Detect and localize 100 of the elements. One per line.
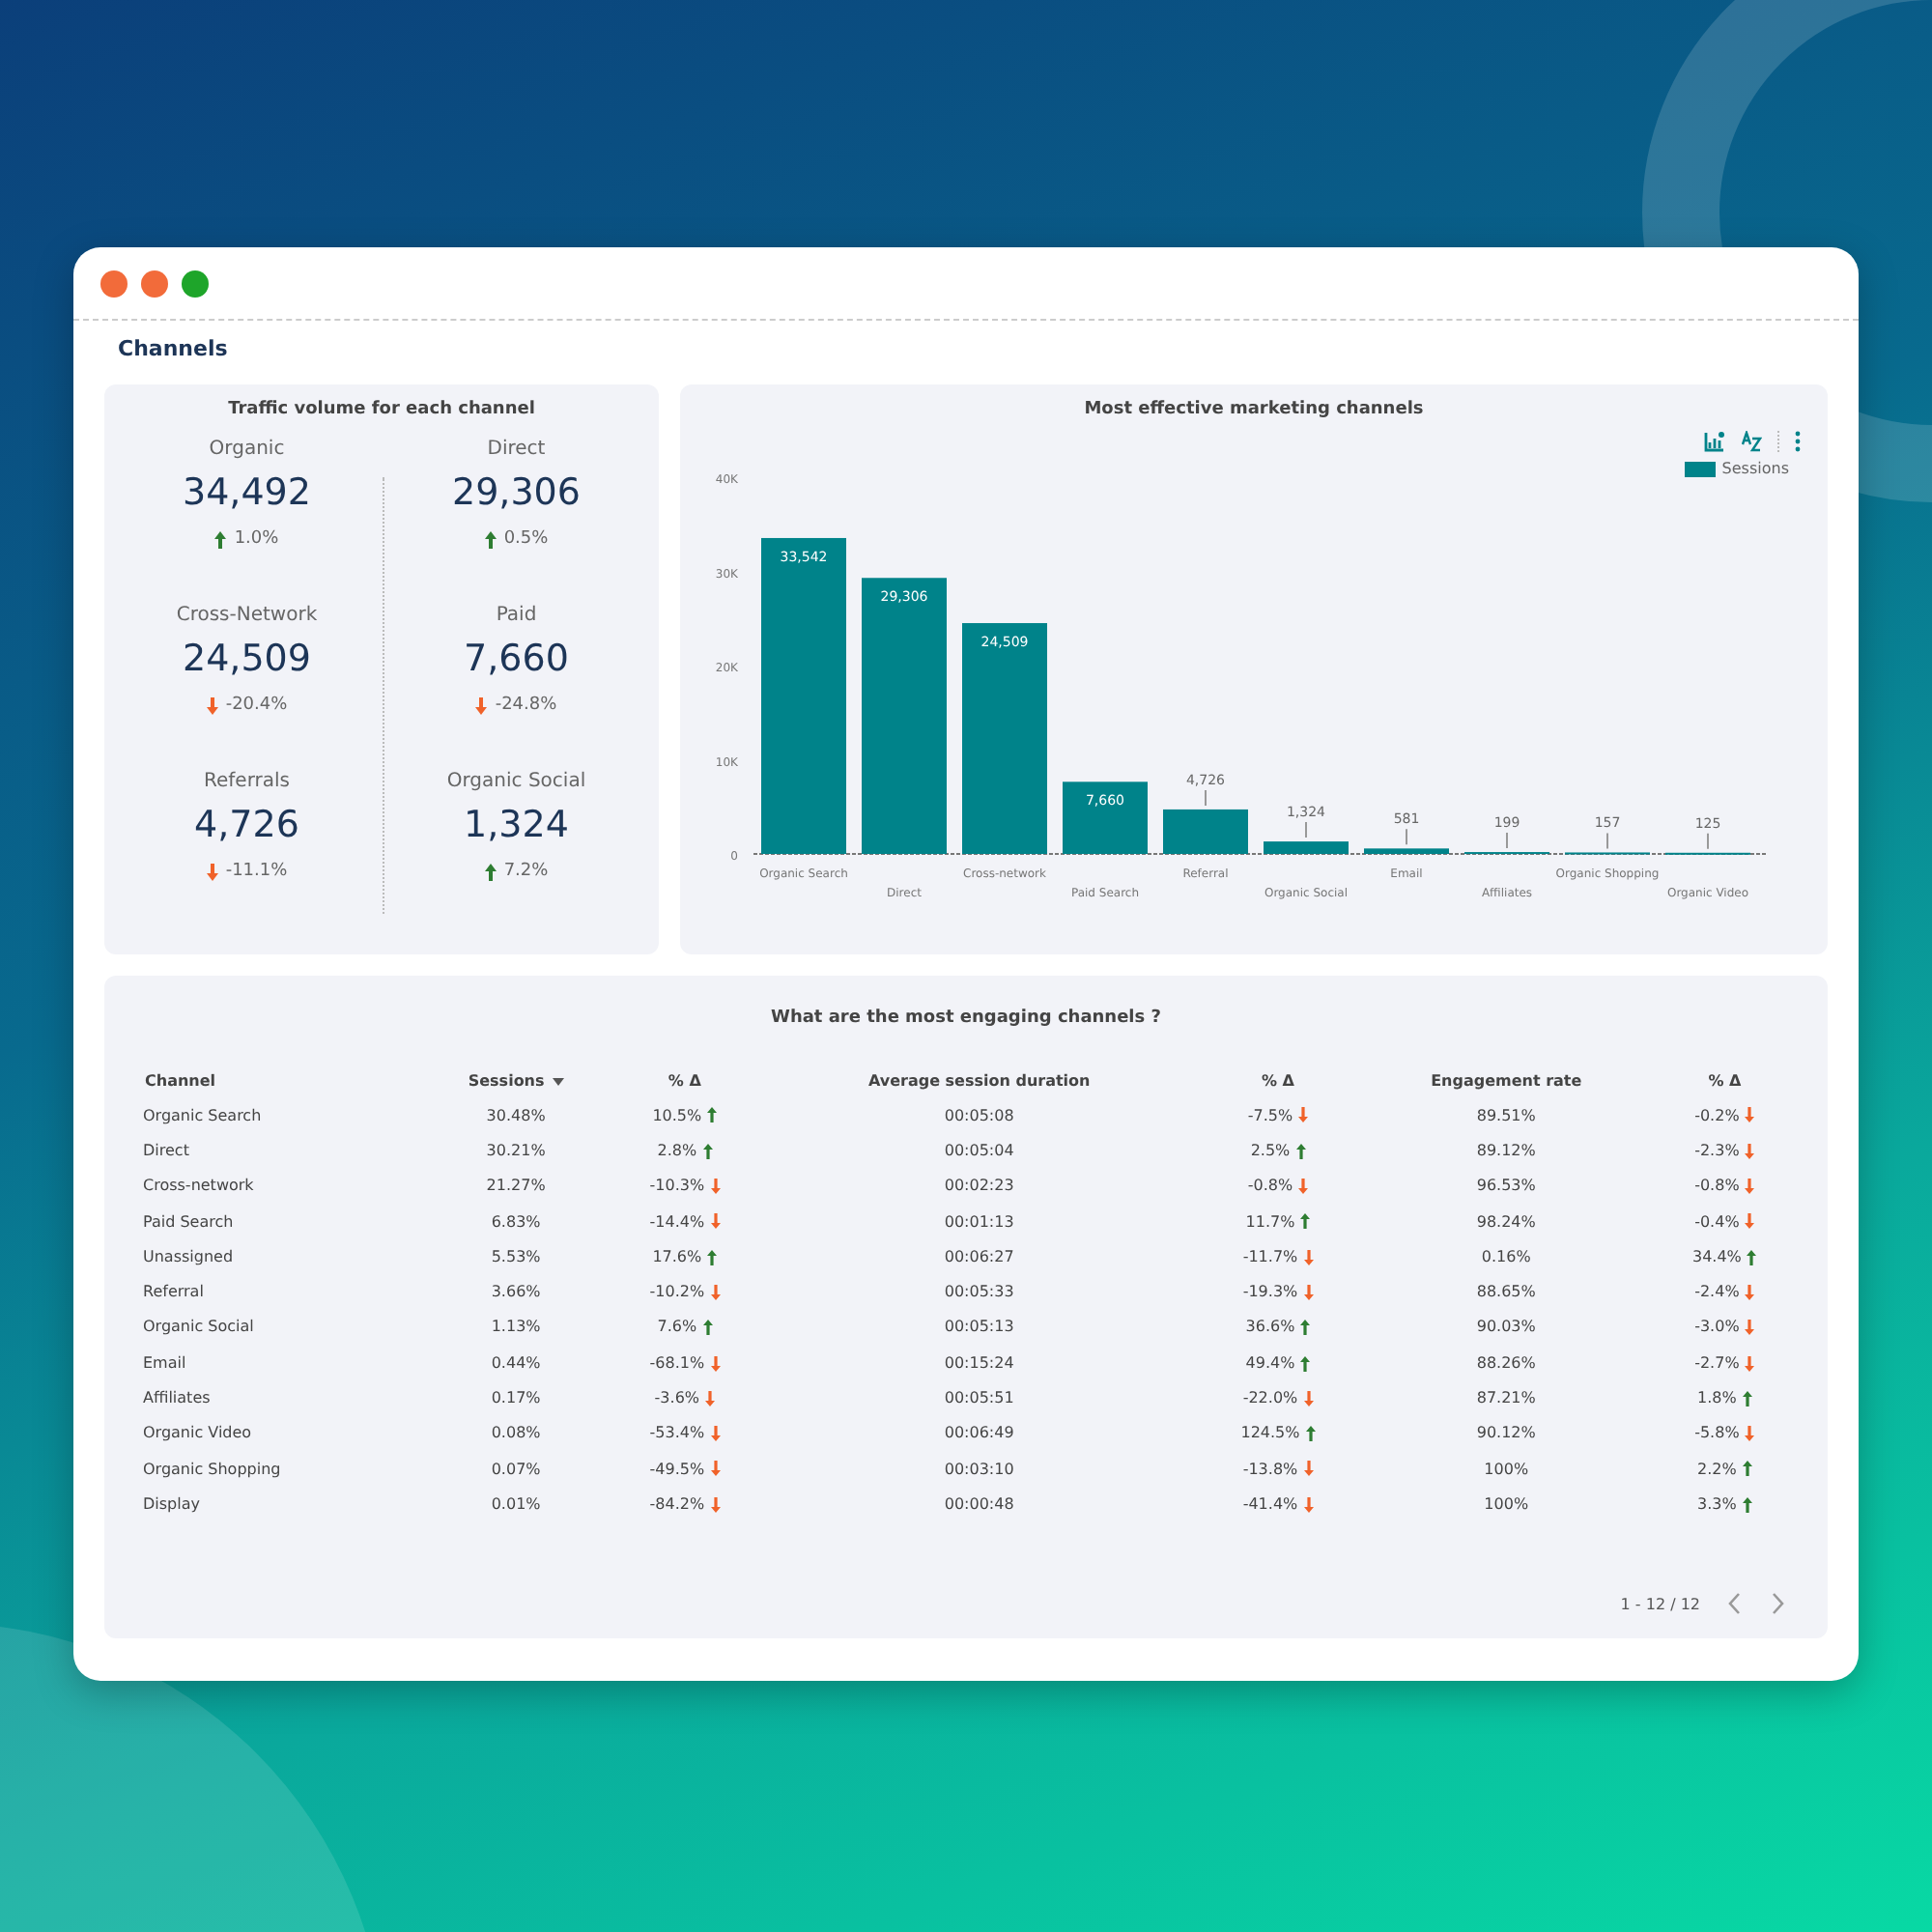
table-cell: 5.53% bbox=[491, 1247, 541, 1265]
column-header[interactable]: % Δ bbox=[1708, 1072, 1742, 1090]
pagination-label: 1 - 12 / 12 bbox=[1620, 1595, 1700, 1612]
table-cell: 0.16% bbox=[1481, 1247, 1531, 1265]
table-cell: 124.5% bbox=[1240, 1424, 1300, 1442]
minimize-icon[interactable] bbox=[141, 270, 168, 297]
table-cell: -0.8% bbox=[1247, 1177, 1293, 1195]
table-cell: 00:05:33 bbox=[944, 1283, 1014, 1301]
maximize-icon[interactable] bbox=[182, 270, 209, 297]
table-cell: -0.2% bbox=[1694, 1106, 1740, 1124]
table-title: What are the most engaging channels ? bbox=[769, 1007, 1163, 1028]
table-cell: 7.6% bbox=[657, 1318, 697, 1336]
table-cell: -2.7% bbox=[1694, 1353, 1740, 1372]
table-cell: -84.2% bbox=[649, 1494, 705, 1513]
table-cell: Direct bbox=[143, 1141, 189, 1159]
column-header[interactable]: % Δ bbox=[668, 1072, 701, 1090]
table-cell: Cross-network bbox=[143, 1177, 254, 1195]
table-cell: 10.5% bbox=[652, 1106, 702, 1124]
table-cell: 00:05:08 bbox=[944, 1106, 1014, 1124]
leader-line bbox=[1606, 832, 1608, 850]
table-cell: -7.5% bbox=[1247, 1106, 1293, 1124]
table-cell: -5.8% bbox=[1694, 1424, 1740, 1442]
table-cell: 89.12% bbox=[1476, 1141, 1536, 1159]
table-cell: 100% bbox=[1484, 1460, 1529, 1478]
stat-change: -20.4% bbox=[225, 696, 288, 715]
table-cell: 0.08% bbox=[491, 1424, 541, 1442]
stat-label: Direct bbox=[487, 439, 546, 460]
table-cell: 6.83% bbox=[491, 1212, 541, 1231]
chart-icon[interactable] bbox=[1704, 431, 1725, 452]
stat-value: 24,509 bbox=[183, 638, 311, 680]
table-cell: -14.4% bbox=[649, 1212, 705, 1231]
column-header[interactable]: Average session duration bbox=[867, 1072, 1091, 1090]
table-cell: 90.03% bbox=[1476, 1318, 1536, 1336]
stat-value: 29,306 bbox=[452, 471, 581, 514]
table-cell: 00:01:13 bbox=[944, 1212, 1014, 1231]
table-cell: -3.6% bbox=[654, 1389, 700, 1407]
table-cell: 00:05:51 bbox=[944, 1389, 1014, 1407]
table-cell: 88.26% bbox=[1476, 1353, 1536, 1372]
table-cell: 21.27% bbox=[486, 1177, 546, 1195]
table-cell: 2.5% bbox=[1250, 1141, 1291, 1159]
table-cell: Organic Video bbox=[143, 1424, 252, 1442]
table-cell: -11.7% bbox=[1242, 1247, 1298, 1265]
column-header[interactable]: Engagement rate bbox=[1431, 1072, 1582, 1090]
column-header[interactable]: % Δ bbox=[1261, 1072, 1294, 1090]
table-cell: -0.4% bbox=[1694, 1212, 1740, 1231]
table-cell: 00:02:23 bbox=[944, 1177, 1014, 1195]
stat-change: 1.0% bbox=[234, 529, 279, 549]
table-cell: 96.53% bbox=[1476, 1177, 1536, 1195]
table-cell: 0.44% bbox=[491, 1353, 541, 1372]
sort-caret-icon[interactable] bbox=[552, 1077, 564, 1085]
close-icon[interactable] bbox=[100, 270, 128, 297]
table-cell: 11.7% bbox=[1245, 1212, 1295, 1231]
table-cell: 3.66% bbox=[491, 1283, 541, 1301]
stat-value: 4,726 bbox=[194, 804, 299, 846]
table-cell: -0.8% bbox=[1694, 1177, 1740, 1195]
table-cell: -68.1% bbox=[649, 1353, 705, 1372]
table-cell: Organic Shopping bbox=[143, 1460, 281, 1478]
table-cell: 00:05:13 bbox=[944, 1318, 1014, 1336]
table-cell: Organic Social bbox=[143, 1318, 254, 1336]
previous-page-icon[interactable] bbox=[1727, 1592, 1743, 1615]
table-cell: 0.01% bbox=[491, 1494, 541, 1513]
table-cell: 00:00:48 bbox=[944, 1494, 1014, 1513]
table-cell: 90.12% bbox=[1476, 1424, 1536, 1442]
leader-line bbox=[1406, 828, 1407, 846]
table-cell: -10.2% bbox=[649, 1283, 705, 1301]
table-cell: -19.3% bbox=[1242, 1283, 1298, 1301]
column-header[interactable]: Sessions bbox=[468, 1072, 564, 1090]
table-cell: -13.8% bbox=[1242, 1460, 1298, 1478]
stat-label: Organic bbox=[209, 439, 285, 460]
table-cell: Referral bbox=[143, 1283, 204, 1301]
leader-line bbox=[1707, 832, 1709, 850]
stat-label: Paid bbox=[496, 605, 537, 626]
table-cell: Organic Search bbox=[143, 1106, 262, 1124]
table-cell: 2.8% bbox=[657, 1141, 697, 1159]
table-cell: Paid Search bbox=[143, 1212, 234, 1231]
more-icon[interactable] bbox=[1795, 431, 1801, 452]
table-cell: 1.8% bbox=[1697, 1389, 1737, 1407]
table-cell: 89.51% bbox=[1476, 1106, 1536, 1124]
stat-value: 7,660 bbox=[464, 638, 569, 680]
sort-icon[interactable] bbox=[1741, 431, 1762, 452]
leader-line bbox=[1506, 832, 1508, 850]
legend-label: Sessions bbox=[1721, 460, 1789, 477]
table-cell: 49.4% bbox=[1245, 1353, 1295, 1372]
table-cell: -2.4% bbox=[1694, 1283, 1740, 1301]
table-cell: 2.2% bbox=[1697, 1460, 1737, 1478]
table-cell: -41.4% bbox=[1242, 1494, 1298, 1513]
leader-line bbox=[1205, 788, 1207, 807]
table-cell: 88.65% bbox=[1476, 1283, 1536, 1301]
table-cell: 0.07% bbox=[491, 1460, 541, 1478]
table-cell: 30.48% bbox=[486, 1106, 546, 1124]
stat-label: Organic Social bbox=[446, 771, 586, 792]
next-page-icon[interactable] bbox=[1770, 1592, 1785, 1615]
table-cell: 98.24% bbox=[1476, 1212, 1536, 1231]
stat-change: 7.2% bbox=[503, 862, 549, 881]
card-title: Traffic volume for each channel bbox=[226, 398, 537, 419]
table-cell: 100% bbox=[1484, 1494, 1529, 1513]
table-cell: -2.3% bbox=[1694, 1141, 1740, 1159]
column-header[interactable]: Channel bbox=[145, 1072, 216, 1090]
table-cell: -49.5% bbox=[649, 1460, 705, 1478]
table-cell: Unassigned bbox=[143, 1247, 234, 1265]
